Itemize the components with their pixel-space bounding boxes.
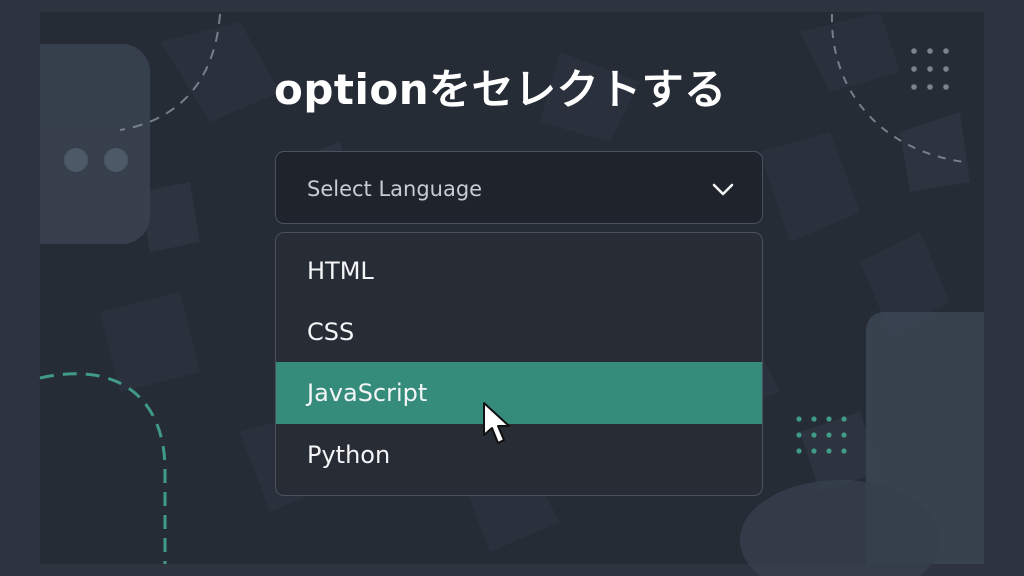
dot-decoration: [104, 148, 128, 172]
page-title: optionをセレクトする: [274, 65, 727, 114]
language-select[interactable]: Select Language: [275, 151, 763, 224]
slide-canvas: optionをセレクトする Select Language HTML CSS J…: [0, 0, 1024, 576]
option-css[interactable]: CSS: [276, 301, 762, 363]
options-dropdown: HTML CSS JavaScript Python: [275, 232, 763, 496]
chevron-down-icon: [712, 183, 734, 196]
chat-bubble-decoration: [40, 44, 150, 244]
option-html[interactable]: HTML: [276, 240, 762, 302]
option-javascript[interactable]: JavaScript: [276, 362, 762, 424]
select-placeholder: Select Language: [307, 177, 483, 201]
dot-decoration: [64, 148, 88, 172]
mouse-pointer-icon: [483, 402, 510, 444]
option-python[interactable]: Python: [276, 424, 762, 486]
